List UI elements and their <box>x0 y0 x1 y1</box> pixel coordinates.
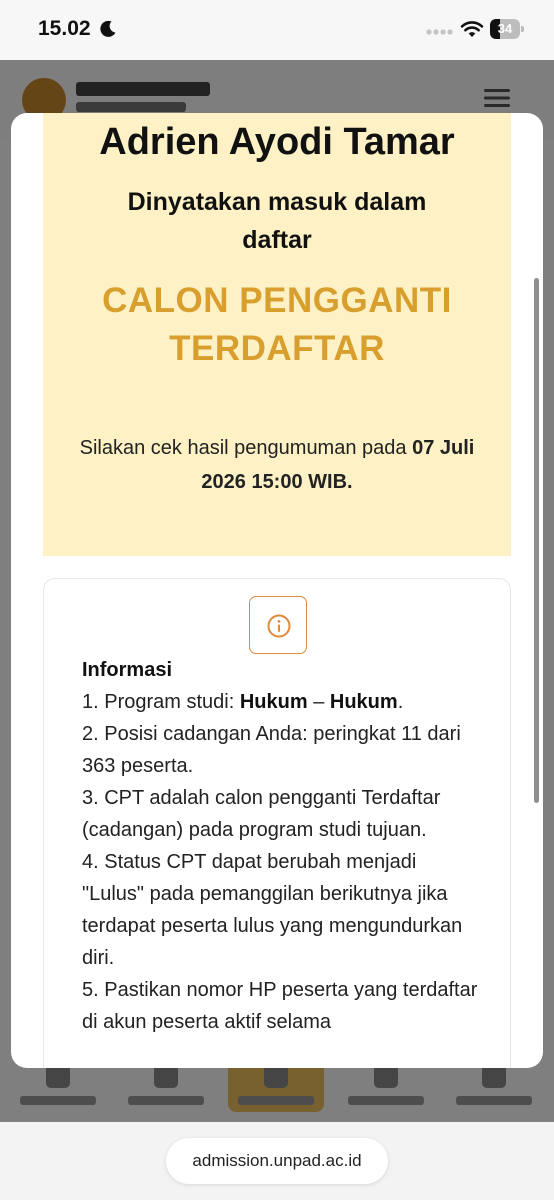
info-title: Informasi <box>82 659 173 681</box>
announcement-prefix: Silakan cek hasil pengumuman pada <box>79 437 413 459</box>
info-card: Informasi 1. Program studi: Hukum – Huku… <box>43 578 511 1068</box>
battery-level: 34 <box>497 21 513 36</box>
admission-status: CALON PENGGANTI TERDAFTAR <box>102 281 452 368</box>
info-list: 1. Program studi: Hukum – Hukum. 2. Posi… <box>82 686 482 1038</box>
result-modal: Adrien Ayodi Tamar Dinyatakan masuk dala… <box>11 113 543 1068</box>
status-time: 15.02 <box>38 17 91 40</box>
status-bar: 15.02 34 <box>0 0 554 60</box>
browser-bottom-bar: admission.unpad.ac.id <box>0 1122 554 1200</box>
cellular-signal-icon <box>426 29 453 35</box>
screen: 15.02 34 Adrien Ayodi Tamar Dinyatakan m… <box>0 0 554 1200</box>
info-badge <box>249 596 307 654</box>
participant-name: Adrien Ayodi Tamar <box>99 121 455 163</box>
info-item-status-change: 4. Status CPT dapat berubah menjadi "Lul… <box>82 851 463 969</box>
moon-icon <box>100 20 116 37</box>
admission-statement: Dinyatakan masuk dalam daftar <box>127 188 427 254</box>
wifi-icon <box>460 21 484 37</box>
result-card: Adrien Ayodi Tamar Dinyatakan masuk dala… <box>43 113 511 556</box>
battery-indicator: 34 <box>490 19 524 39</box>
info-item-phone-notice: 5. Pastikan nomor HP peserta yang terdaf… <box>82 979 478 1033</box>
address-bar[interactable]: admission.unpad.ac.id <box>166 1138 388 1184</box>
info-item-program: 1. Program studi: Hukum – Hukum. <box>82 691 404 713</box>
info-circle-icon <box>267 614 291 638</box>
info-item-cpt-definition: 3. CPT adalah calon pengganti Terdaftar … <box>82 787 441 841</box>
info-item-reserve-rank: 2. Posisi cadangan Anda: peringkat 11 da… <box>82 723 461 777</box>
modal-scrollbar[interactable] <box>534 278 539 803</box>
announcement-note: Silakan cek hasil pengumuman pada 07 Jul… <box>77 431 477 499</box>
